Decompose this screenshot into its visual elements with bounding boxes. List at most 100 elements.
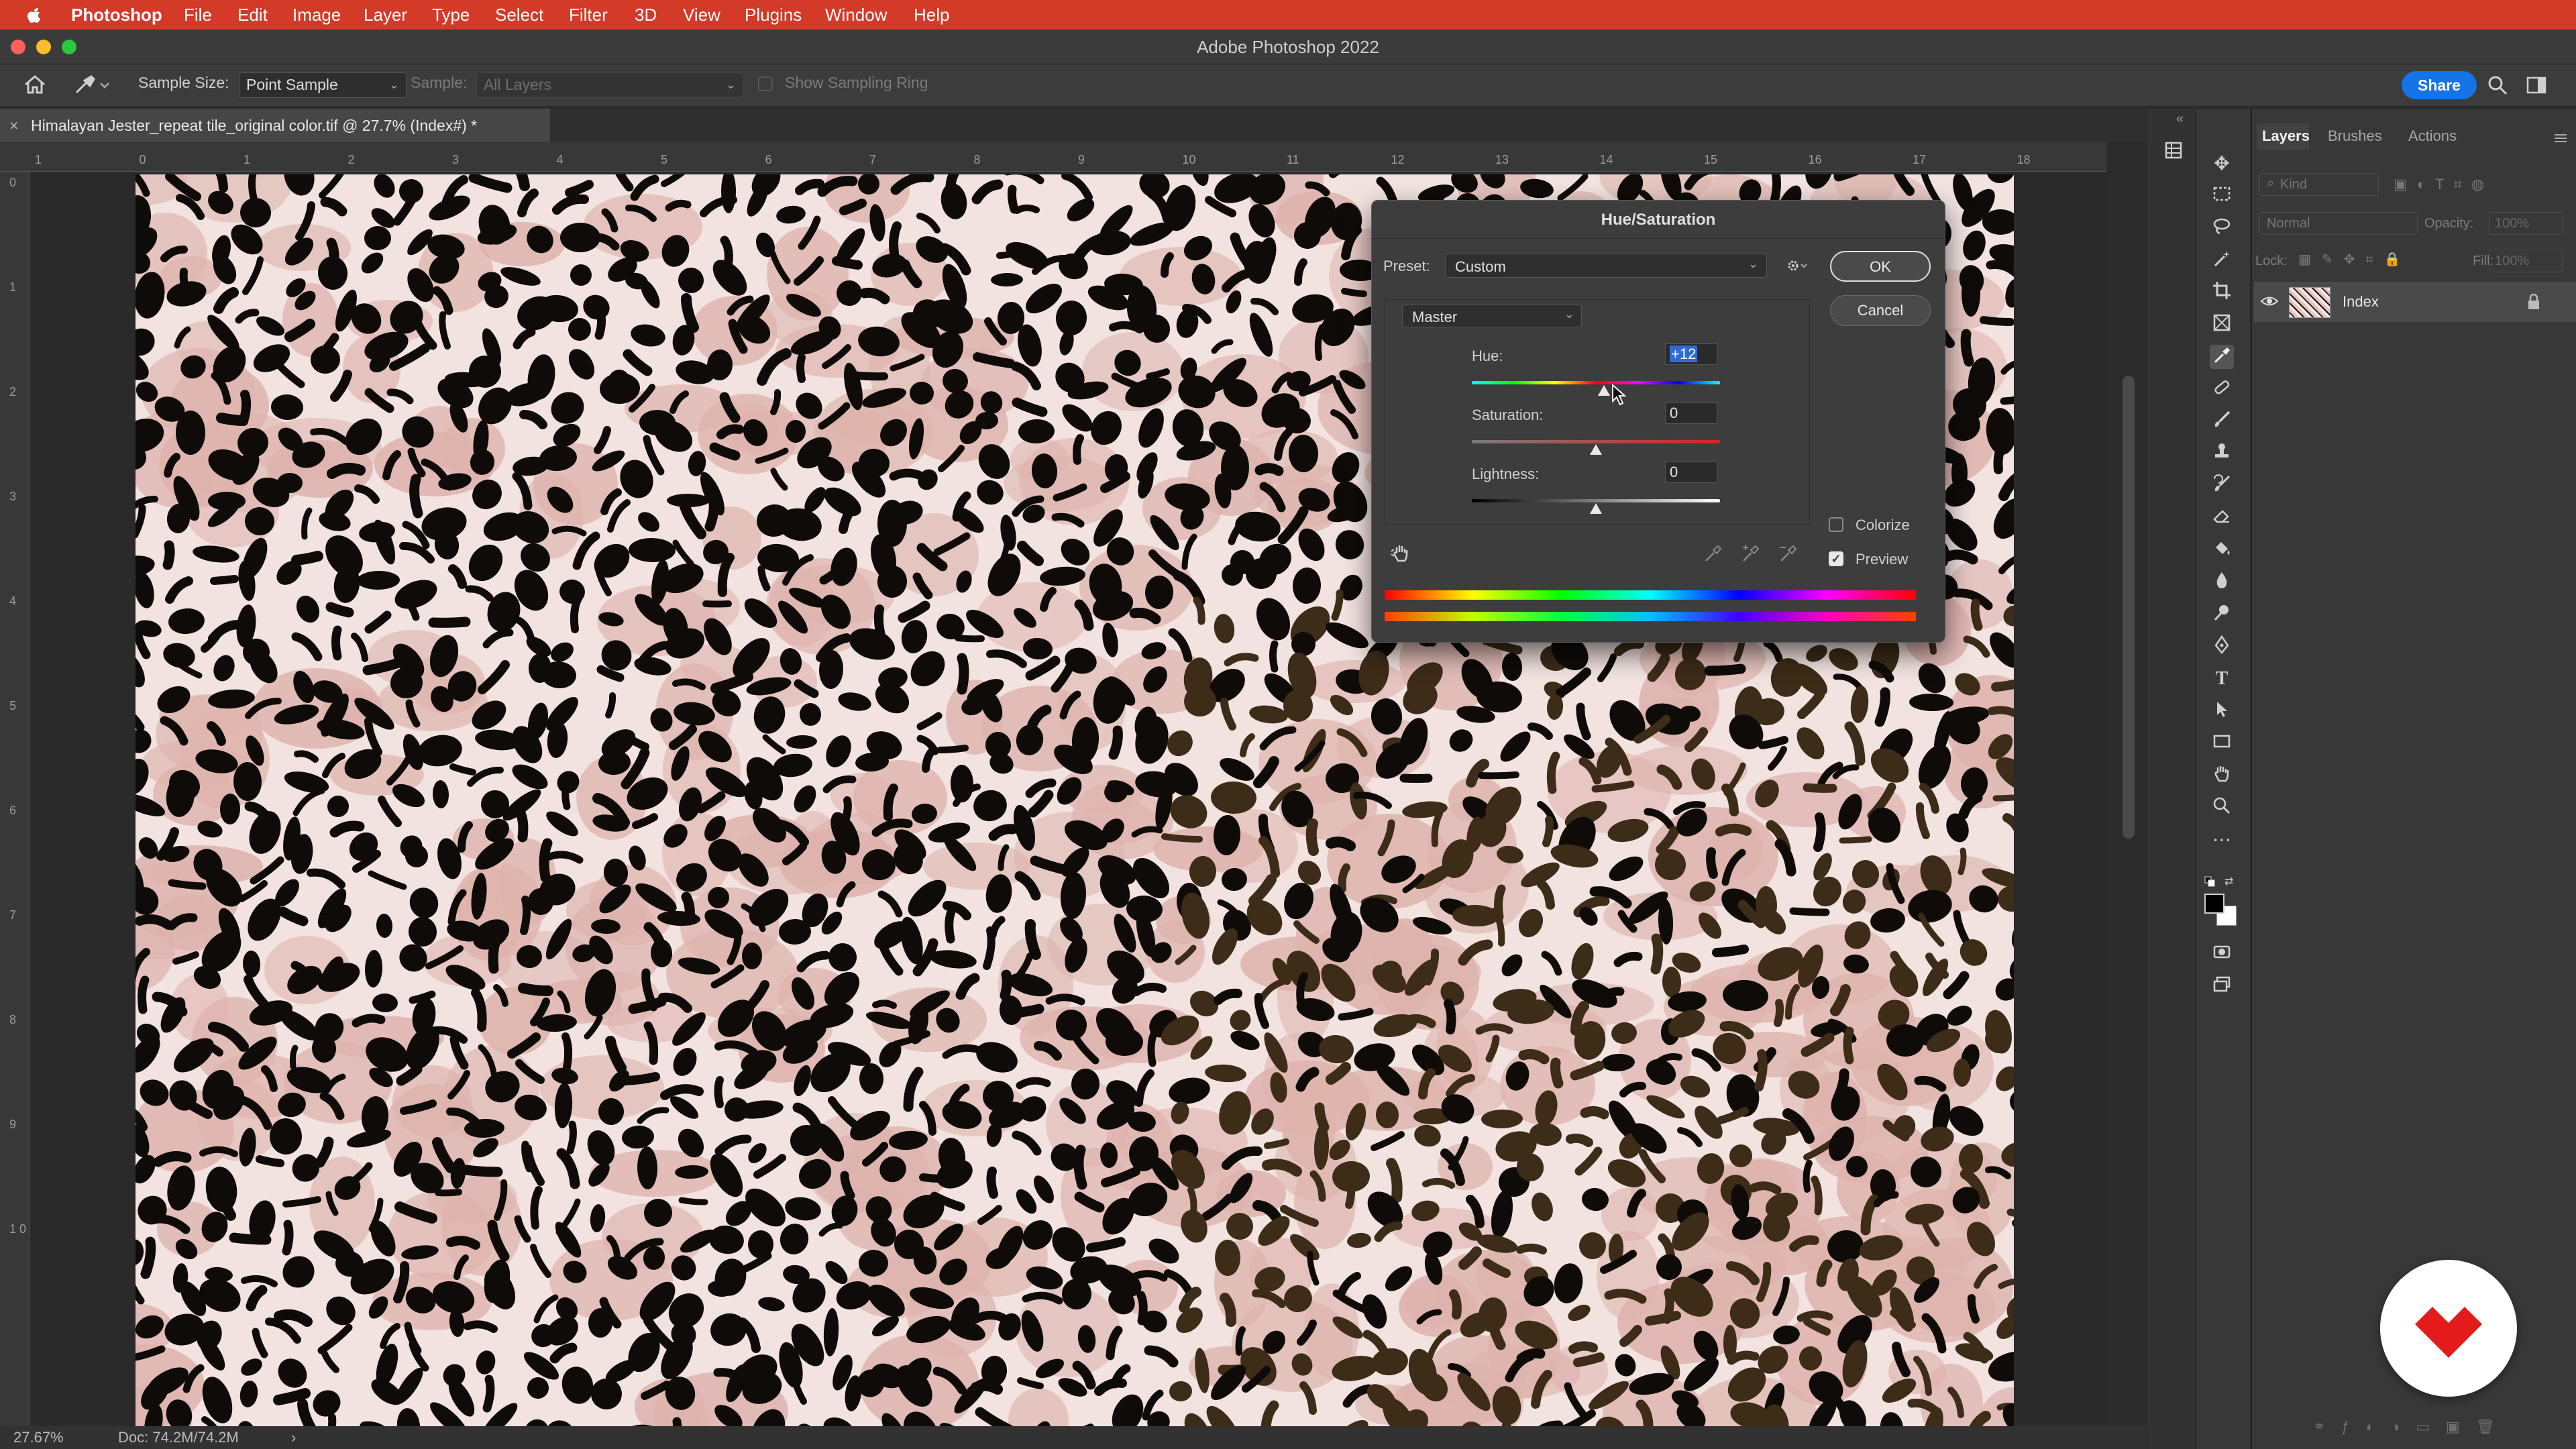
blur-tool-icon[interactable] (2210, 570, 2234, 594)
history-brush-tool-icon[interactable] (2210, 474, 2234, 498)
vertical-scrollbar[interactable] (2123, 376, 2135, 839)
pattern-spot (409, 474, 423, 519)
crop-tool-icon[interactable] (2210, 280, 2234, 305)
eye-visibility-icon[interactable] (2259, 291, 2279, 311)
vertical-ruler (0, 172, 30, 1426)
menu-window[interactable]: Window (825, 0, 887, 30)
ok-button[interactable]: OK (1830, 251, 1931, 282)
eyedropper-tool-preset-icon[interactable] (72, 72, 113, 97)
lightness-slider-track[interactable] (1472, 499, 1720, 502)
frame-tool-icon[interactable] (2210, 313, 2234, 337)
path-selection-tool-icon[interactable] (2210, 699, 2234, 723)
layer-filter-select[interactable]: ⌕ Kind (2259, 173, 2379, 196)
home-icon[interactable] (21, 72, 48, 97)
menu-help[interactable]: Help (914, 0, 949, 30)
rectangle-tool-icon[interactable] (2210, 731, 2234, 755)
sample-size-select[interactable]: Point Sample ⌄ (239, 72, 407, 98)
lightness-input[interactable]: 0 (1665, 462, 1717, 483)
edit-toolbar-icon[interactable]: ⋯ (2210, 828, 2234, 852)
layer-name[interactable]: Index (2343, 293, 2379, 311)
brush-tool-icon[interactable] (2210, 409, 2234, 433)
subtract-from-sample-eyedropper-icon[interactable] (1778, 543, 1798, 564)
menu-image[interactable]: Image (292, 0, 341, 30)
tab-actions[interactable]: Actions (2408, 127, 2457, 145)
layer-filter-icons[interactable]: ▣◐T⌗◍ (2394, 176, 2561, 195)
saturation-slider-track[interactable] (1472, 440, 1720, 443)
blend-mode-select[interactable]: Normal (2259, 212, 2418, 235)
opacity-field[interactable]: 100% (2489, 212, 2563, 235)
menu-3d[interactable]: 3D (635, 0, 657, 30)
menu-view[interactable]: View (683, 0, 720, 30)
tab-brushes[interactable]: Brushes (2328, 127, 2382, 145)
colorize-checkbox[interactable] (1829, 517, 1843, 532)
properties-panel-icon[interactable] (2164, 141, 2183, 160)
type-tool-icon[interactable]: T (2210, 667, 2234, 691)
preview-checkbox[interactable]: ✓ (1829, 551, 1843, 566)
lasso-tool-icon[interactable] (2210, 216, 2234, 240)
paint-bucket-tool-icon[interactable] (2210, 538, 2234, 562)
hue-slider-thumb[interactable] (1598, 385, 1611, 396)
fill-field[interactable]: 100% (2489, 250, 2563, 272)
sampling-ring-checkbox[interactable] (758, 76, 773, 91)
channel-select[interactable]: Master ⌄ (1402, 305, 1582, 327)
layer-panel-footer-icons[interactable]: ⚭ƒ◐◑▭▣🗑 (2313, 1418, 2568, 1438)
pattern-spot (1991, 680, 2014, 692)
document-tab[interactable]: × Himalayan Jester_repeat tile_original … (0, 109, 550, 142)
saturation-input[interactable]: 0 (1665, 402, 1717, 424)
zoom-tool-icon[interactable] (2210, 796, 2234, 820)
menu-photoshop[interactable]: Photoshop (71, 0, 162, 30)
swap-colors-icon[interactable]: ⇄ (2224, 876, 2237, 888)
pattern-spot (515, 806, 529, 843)
eyedropper-tool-icon[interactable] (2210, 345, 2234, 369)
clone-stamp-tool-icon[interactable] (2210, 441, 2234, 466)
pen-tool-icon[interactable] (2210, 635, 2234, 659)
sample-select[interactable]: All Layers ⌄ (476, 72, 743, 98)
dodge-tool-icon[interactable] (2210, 602, 2234, 627)
menu-filter[interactable]: Filter (569, 0, 608, 30)
collapse-panels-icon[interactable]: « (2176, 111, 2184, 127)
workspace-layout-icon[interactable] (2525, 74, 2548, 97)
default-colors-icon[interactable] (2204, 876, 2215, 887)
menu-layer[interactable]: Layer (364, 0, 407, 30)
screen-mode-icon[interactable] (2210, 974, 2234, 998)
zoom-level[interactable]: 27.67% (13, 1426, 64, 1449)
hue-slider-track[interactable] (1472, 381, 1720, 384)
cancel-button[interactable]: Cancel (1830, 295, 1931, 326)
search-icon[interactable] (2486, 74, 2509, 97)
menu-file[interactable]: File (184, 0, 212, 30)
search-icon: ⌕ (2267, 176, 2275, 191)
saturation-slider-thumb[interactable] (1590, 444, 1602, 455)
apple-menu-icon[interactable] (25, 0, 43, 30)
pattern-spot (971, 1380, 1003, 1395)
menu-edit[interactable]: Edit (237, 0, 268, 30)
preset-select[interactable]: Custom ⌄ (1445, 254, 1767, 278)
healing-brush-tool-icon[interactable] (2210, 377, 2234, 401)
move-tool-icon[interactable]: ✥ (2210, 152, 2234, 176)
layer-row[interactable]: Index (2254, 282, 2576, 322)
pattern-spot (1220, 1293, 1237, 1327)
lock-options-icons[interactable]: ▦✎✥⌗🔒 (2298, 251, 2432, 270)
foreground-color-swatch[interactable] (2204, 894, 2224, 914)
menu-type[interactable]: Type (432, 0, 470, 30)
eyedropper-icon[interactable] (1703, 543, 1723, 564)
status-menu-arrow[interactable]: › (291, 1426, 296, 1449)
panel-menu-icon[interactable] (2553, 133, 2568, 144)
preset-options-gear-icon[interactable] (1784, 255, 1807, 276)
share-button[interactable]: Share (2402, 71, 2477, 99)
eraser-tool-icon[interactable] (2210, 506, 2234, 530)
marquee-tool-icon[interactable] (2210, 184, 2234, 208)
targeted-adjustment-hand-icon[interactable] (1390, 542, 1413, 565)
magic-wand-tool-icon[interactable] (2210, 248, 2234, 272)
tab-layers[interactable]: Layers (2262, 127, 2310, 145)
hue-input[interactable]: +12 (1665, 343, 1717, 365)
hand-tool-icon[interactable] (2210, 763, 2234, 788)
lightness-slider-thumb[interactable] (1590, 503, 1602, 514)
menu-select[interactable]: Select (495, 0, 543, 30)
menu-plugins[interactable]: Plugins (745, 0, 802, 30)
close-tab-icon[interactable]: × (9, 109, 18, 142)
ruler-tick-label: 8 (9, 1013, 17, 1026)
quick-mask-icon[interactable] (2210, 942, 2234, 966)
pattern-spot (1449, 1289, 1462, 1320)
add-to-sample-eyedropper-icon[interactable] (1740, 543, 1760, 564)
pattern-spot (210, 575, 239, 585)
